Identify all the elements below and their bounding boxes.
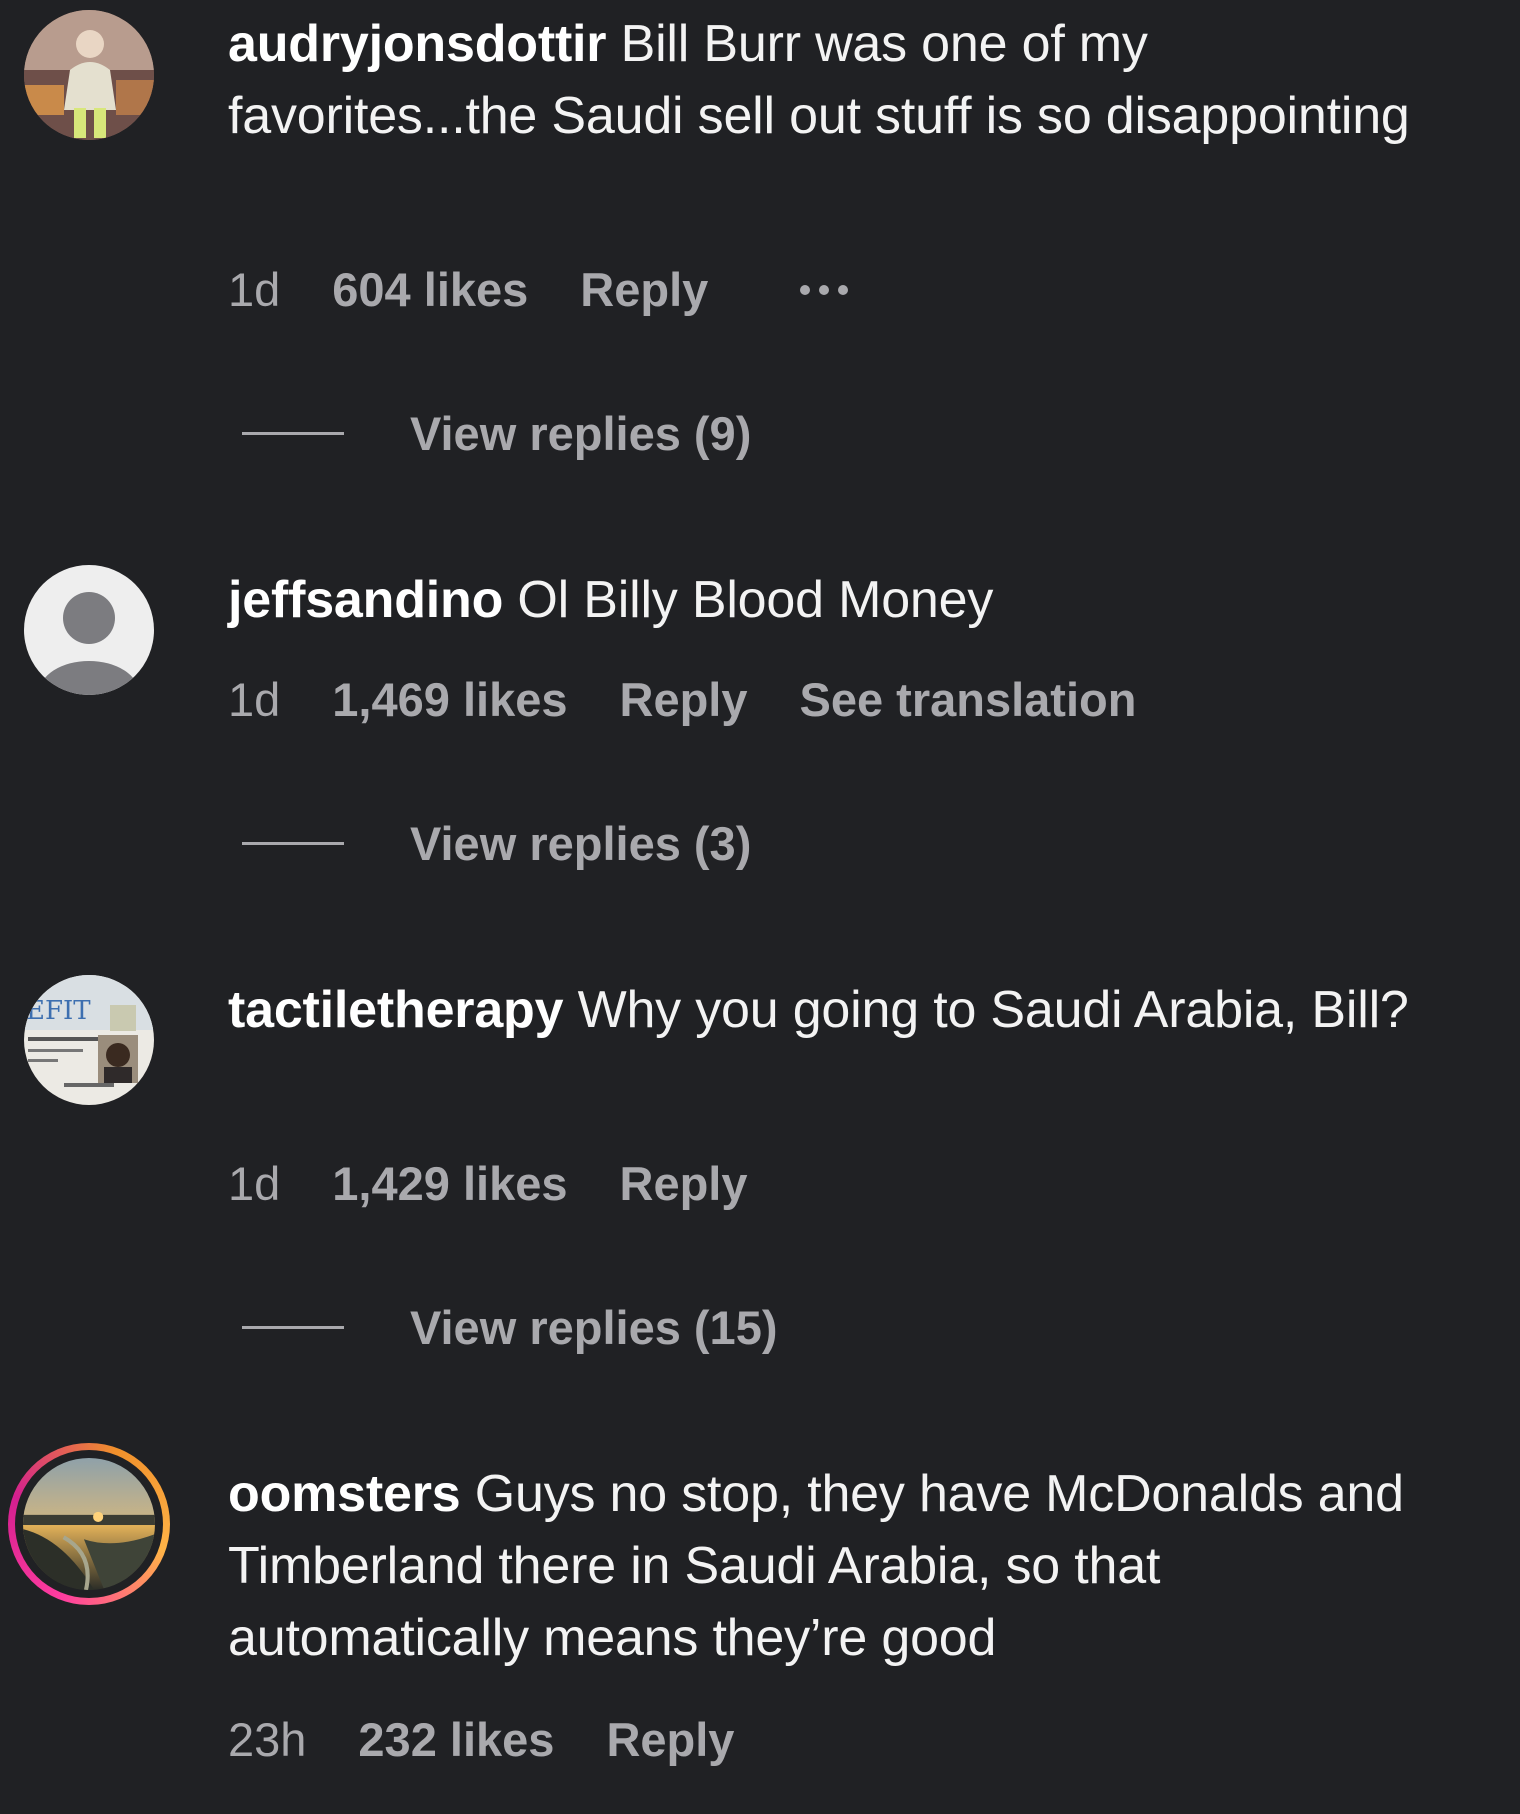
- avatar-photo: [23, 1458, 155, 1590]
- dot: [838, 284, 849, 295]
- comment-likes[interactable]: 232 likes: [358, 1712, 554, 1767]
- avatar-silhouette: [24, 565, 154, 695]
- comment-likes[interactable]: 604 likes: [332, 262, 528, 317]
- see-translation-button[interactable]: See translation: [800, 672, 1137, 727]
- reply-button[interactable]: Reply: [606, 1712, 734, 1767]
- avatar[interactable]: [24, 10, 154, 140]
- avatar-photo: [24, 10, 154, 140]
- more-options-icon[interactable]: [800, 284, 849, 295]
- comment-username[interactable]: oomsters: [228, 1465, 461, 1523]
- comment-meta: 1d 1,429 likes Reply: [228, 1156, 800, 1211]
- comment-body: audryjonsdottir Bill Burr was one of my …: [228, 8, 1468, 152]
- comment-body: oomsters Guys no stop, they have McDonal…: [228, 1458, 1468, 1674]
- reply-button[interactable]: Reply: [620, 672, 748, 727]
- svg-text:EFIT: EFIT: [26, 996, 91, 1026]
- comment-time: 1d: [228, 1157, 281, 1210]
- comment-body: jeffsandino Ol Billy Blood Money: [228, 564, 1468, 636]
- avatar[interactable]: EFIT: [24, 975, 154, 1105]
- comment-likes[interactable]: 1,429 likes: [332, 1156, 567, 1211]
- avatar-photo: EFIT: [24, 975, 154, 1105]
- view-replies-label: View replies (15): [410, 1301, 778, 1354]
- view-replies-label: View replies (9): [410, 407, 752, 460]
- view-replies-label: View replies (3): [410, 817, 752, 870]
- view-replies-button[interactable]: View replies (3): [242, 816, 751, 871]
- view-replies-button[interactable]: View replies (9): [242, 406, 751, 461]
- replies-divider-line: [242, 842, 344, 845]
- default-avatar-icon[interactable]: [24, 565, 154, 695]
- comment-username[interactable]: jeffsandino: [228, 571, 503, 629]
- comment-text: Ol Billy Blood Money: [517, 571, 994, 629]
- comment-time: 1d: [228, 673, 281, 726]
- comment-username[interactable]: tactiletherapy: [228, 981, 564, 1039]
- story-ring-avatar[interactable]: [8, 1443, 170, 1605]
- dot: [819, 284, 830, 295]
- avatar: [23, 1458, 155, 1590]
- comment-meta: 1d 604 likes Reply: [228, 262, 849, 317]
- dot: [800, 284, 811, 295]
- replies-divider-line: [242, 1326, 344, 1329]
- reply-button[interactable]: Reply: [580, 262, 708, 317]
- comment-meta: 1d 1,469 likes Reply See translation: [228, 672, 1136, 727]
- comment-time: 1d: [228, 263, 281, 316]
- reply-button[interactable]: Reply: [620, 1156, 748, 1211]
- comment-likes[interactable]: 1,469 likes: [332, 672, 567, 727]
- comment-meta: 23h 232 likes Reply: [228, 1712, 786, 1767]
- comment-body: tactiletherapy Why you going to Saudi Ar…: [228, 974, 1468, 1046]
- comment-username[interactable]: audryjonsdottir: [228, 15, 607, 73]
- comment-time: 23h: [228, 1713, 307, 1766]
- view-replies-button[interactable]: View replies (15): [242, 1300, 778, 1355]
- comment-text: Why you going to Saudi Arabia, Bill?: [577, 981, 1409, 1039]
- replies-divider-line: [242, 432, 344, 435]
